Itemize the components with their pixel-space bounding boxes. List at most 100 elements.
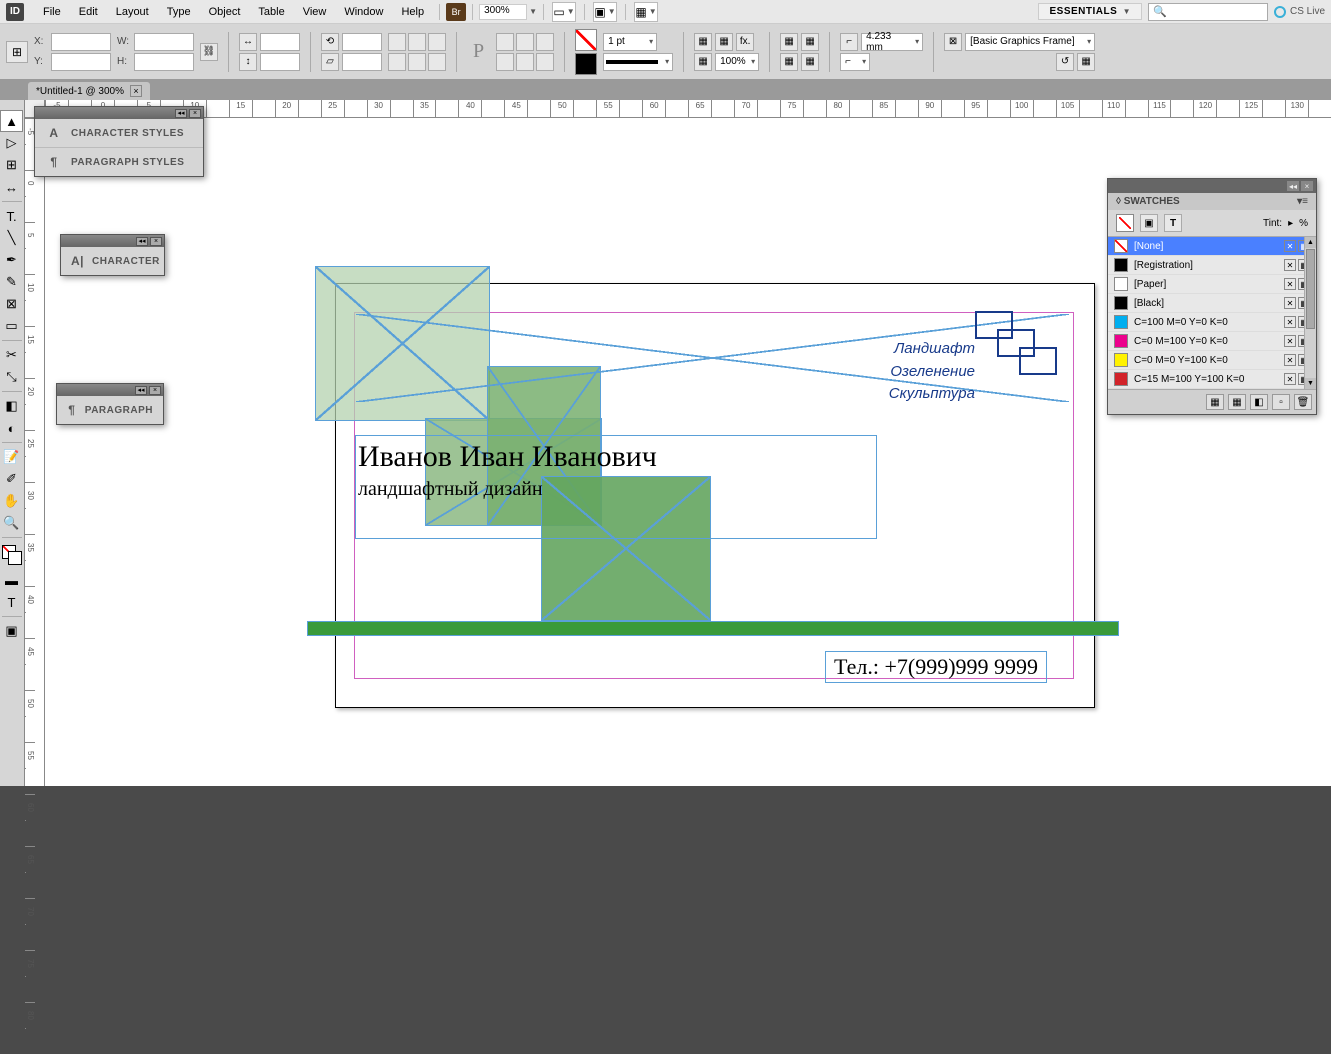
paragraph-panel-row[interactable]: ¶ PARAGRAPH xyxy=(57,396,163,424)
character-panel-row[interactable]: A| CHARACTER xyxy=(61,247,164,275)
bridge-button[interactable]: Br xyxy=(446,3,466,21)
close-tab-icon[interactable]: × xyxy=(130,85,142,97)
new-swatch-button[interactable]: ▫ xyxy=(1272,394,1290,410)
collapse-icon[interactable]: ◂◂ xyxy=(135,386,147,395)
fx-button[interactable]: fx. xyxy=(736,33,754,51)
formatting-container-icon[interactable]: T xyxy=(1164,214,1182,232)
formatting-container[interactable]: T xyxy=(0,591,23,613)
type-tool[interactable]: T. xyxy=(0,205,23,227)
flip-v-button[interactable] xyxy=(388,53,406,71)
flip-h-button[interactable] xyxy=(428,33,446,51)
scale-x-field[interactable] xyxy=(260,33,300,51)
fill-swatch[interactable] xyxy=(575,29,597,51)
align-5[interactable] xyxy=(516,53,534,71)
delete-swatch-button[interactable]: 🗑 xyxy=(1294,394,1312,410)
collapse-icon[interactable]: ◂◂ xyxy=(1287,181,1299,191)
scale-y-field[interactable] xyxy=(260,53,300,71)
h-field[interactable] xyxy=(134,53,194,71)
scroll-down-icon[interactable]: ▼ xyxy=(1305,378,1316,389)
gradient-feather-tool[interactable]: ◐ xyxy=(0,417,23,439)
collapse-icon[interactable]: ◂◂ xyxy=(136,237,148,246)
rotate-field[interactable] xyxy=(342,33,382,51)
scissors-tool[interactable]: ✂ xyxy=(0,344,23,366)
stroke-swatch[interactable] xyxy=(575,53,597,75)
show-all-swatches[interactable]: ▦ xyxy=(1206,394,1224,410)
zoom-tool[interactable]: 🔍 xyxy=(0,512,23,534)
vertical-ruler[interactable]: -505101520253035404550556065707580 xyxy=(25,118,45,786)
tint-slider-icon[interactable]: ▸ xyxy=(1288,218,1293,229)
panel-menu-icon[interactable]: ▾≡ xyxy=(1297,196,1308,207)
show-gradient-swatches[interactable]: ◧ xyxy=(1250,394,1268,410)
view-mode-1[interactable]: ▭▼ xyxy=(552,2,576,22)
rectangle-tool[interactable]: ▭ xyxy=(0,315,23,337)
effects-icon[interactable]: ▦ xyxy=(715,33,733,51)
menu-object[interactable]: Object xyxy=(200,3,250,21)
clear-override[interactable]: ↺ xyxy=(1056,53,1074,71)
pencil-tool[interactable]: ✎ xyxy=(0,271,23,293)
page-tool[interactable]: ⊞ xyxy=(0,154,23,176)
corner-shape-field[interactable]: ⌐ xyxy=(840,53,870,71)
menu-view[interactable]: View xyxy=(294,3,336,21)
transform-6[interactable] xyxy=(428,53,446,71)
swatch-item[interactable]: [Registration]✕▦ xyxy=(1108,256,1316,275)
document-tab[interactable]: *Untitled-1 @ 300% × xyxy=(28,82,150,100)
style-options[interactable]: ▦ xyxy=(1077,53,1095,71)
eyedropper-tool[interactable]: ✐ xyxy=(0,468,23,490)
stroke-weight-field[interactable]: 1 pt xyxy=(603,33,657,51)
collapse-icon[interactable]: ◂◂ xyxy=(175,109,187,118)
rotate-cw-button[interactable] xyxy=(408,33,426,51)
close-panel-icon[interactable]: × xyxy=(149,386,161,395)
align-1[interactable] xyxy=(496,33,514,51)
align-6[interactable] xyxy=(536,53,554,71)
panel-header[interactable]: ◂◂ × xyxy=(35,107,203,119)
x-field[interactable] xyxy=(51,33,111,51)
screen-mode-toggle[interactable]: ▣ xyxy=(0,620,23,642)
apply-color[interactable]: ▬ xyxy=(0,569,23,591)
selection-tool[interactable]: ▲ xyxy=(0,110,23,132)
wrap-3[interactable]: ▦ xyxy=(780,53,798,71)
gradient-swatch-tool[interactable]: ◧ xyxy=(0,395,23,417)
close-panel-icon[interactable]: × xyxy=(189,109,201,118)
gap-tool[interactable]: ↔ xyxy=(0,176,23,198)
object-style-field[interactable]: [Basic Graphics Frame] xyxy=(965,33,1095,51)
horizontal-ruler[interactable]: -505101520253035404550556065707580859095… xyxy=(45,100,1331,118)
rotate-ccw-button[interactable] xyxy=(388,33,406,51)
show-color-swatches[interactable]: ▦ xyxy=(1228,394,1246,410)
phone-text-frame[interactable]: Тел.: +7(999)999 9999 xyxy=(825,651,1047,683)
transform-5[interactable] xyxy=(408,53,426,71)
constrain-proportions[interactable]: ⛓ xyxy=(200,43,218,61)
panel-header[interactable]: ◂◂ × xyxy=(57,384,163,396)
menu-type[interactable]: Type xyxy=(158,3,200,21)
fill-proxy[interactable] xyxy=(1116,214,1134,232)
pen-tool[interactable]: ✒ xyxy=(0,249,23,271)
formatting-text-icon[interactable]: ▣ xyxy=(1140,214,1158,232)
corner-radius-field[interactable]: 4.233 mm xyxy=(861,33,923,51)
fill-stroke-proxy[interactable] xyxy=(2,545,22,565)
reference-point-proxy[interactable]: ⊞ xyxy=(6,41,28,63)
paragraph-styles-row[interactable]: ¶ PARAGRAPH STYLES xyxy=(35,148,203,176)
swatch-item[interactable]: C=0 M=0 Y=100 K=0✕▦ xyxy=(1108,351,1316,370)
w-field[interactable] xyxy=(134,33,194,51)
menu-layout[interactable]: Layout xyxy=(107,3,158,21)
line-tool[interactable]: ╲ xyxy=(0,227,23,249)
panel-header[interactable]: ◂◂ × xyxy=(61,235,164,247)
swatch-item[interactable]: [None]✕▦ xyxy=(1108,237,1316,256)
direct-selection-tool[interactable]: ▷ xyxy=(0,132,23,154)
close-panel-icon[interactable]: × xyxy=(150,237,162,246)
wrap-2[interactable]: ▦ xyxy=(801,33,819,51)
stroke-style-field[interactable] xyxy=(603,53,673,71)
rectangle-frame-tool[interactable]: ⊠ xyxy=(0,293,23,315)
scroll-thumb[interactable] xyxy=(1306,249,1315,329)
swatch-item[interactable]: C=15 M=100 Y=100 K=0✕▦ xyxy=(1108,370,1316,389)
menu-window[interactable]: Window xyxy=(335,3,392,21)
swatch-item[interactable]: C=100 M=0 Y=0 K=0✕▦ xyxy=(1108,313,1316,332)
swatches-tab[interactable]: ◊ SWATCHES ▾≡ xyxy=(1108,193,1316,210)
menu-file[interactable]: File xyxy=(34,3,70,21)
align-2[interactable] xyxy=(516,33,534,51)
search-field[interactable]: 🔍 xyxy=(1148,3,1268,21)
scroll-up-icon[interactable]: ▲ xyxy=(1305,237,1316,248)
swatch-item[interactable]: C=0 M=100 Y=0 K=0✕▦ xyxy=(1108,332,1316,351)
y-field[interactable] xyxy=(51,53,111,71)
align-3[interactable] xyxy=(536,33,554,51)
arrange-mode[interactable]: ▦▼ xyxy=(634,2,658,22)
